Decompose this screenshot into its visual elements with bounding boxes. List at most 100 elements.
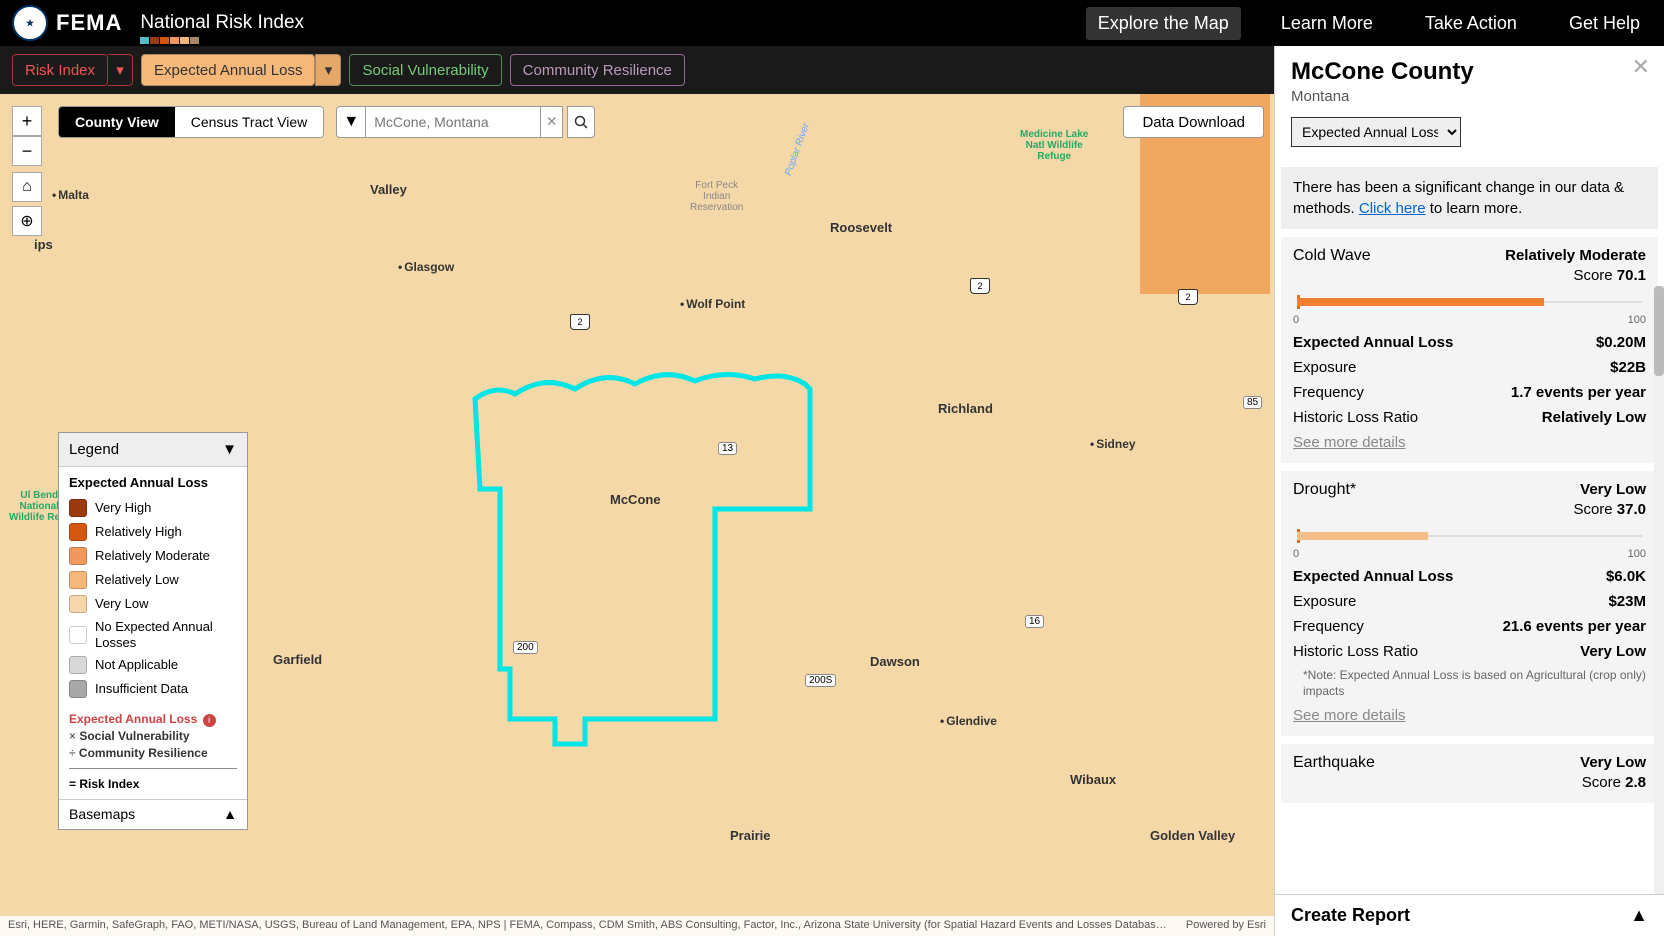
legend-swatch (69, 656, 87, 674)
panel-state-name: Montana (1291, 88, 1648, 105)
zoom-out-button[interactable]: − (12, 136, 42, 166)
layer-risk-index[interactable]: Risk Index (12, 54, 108, 86)
data-download-button[interactable]: Data Download (1123, 106, 1264, 138)
kv-exposure: Exposure$23M (1293, 593, 1646, 610)
layer-expected-annual-loss[interactable]: Expected Annual Loss (141, 54, 315, 86)
legend-formula: Expected Annual Loss i × Social Vulnerab… (69, 711, 237, 768)
legend-item: Very High (69, 496, 237, 520)
county-view-tab[interactable]: County View (59, 107, 175, 137)
panel-county-name: McCone County (1291, 58, 1648, 86)
zoom-in-button[interactable]: + (12, 106, 42, 136)
label-county-roosevelt: Roosevelt (830, 220, 892, 235)
legend-swatch (69, 571, 87, 589)
locate-button[interactable]: ⊕ (12, 206, 42, 236)
kv-hlr: Historic Loss RatioRelatively Low (1293, 409, 1646, 426)
label-county-mccone: McCone (610, 492, 661, 507)
basemaps-label: Basemaps (69, 806, 135, 822)
legend-item: Relatively Moderate (69, 544, 237, 568)
census-tract-view-tab[interactable]: Census Tract View (175, 107, 323, 137)
label-reservation: Fort Peck Indian Reservation (690, 180, 743, 213)
route-200s: 200S (805, 674, 836, 687)
nav-take-action[interactable]: Take Action (1413, 7, 1529, 40)
hazard-rating: Very Low (1580, 481, 1646, 498)
nav-explore-map[interactable]: Explore the Map (1086, 7, 1241, 40)
see-more-details-link[interactable]: See more details (1293, 434, 1406, 451)
legend-item: Very Low (69, 592, 237, 616)
attribution-sources: Esri, HERE, Garmin, SafeGraph, FAO, METI… (8, 919, 1167, 933)
route-shield-2: 2 (970, 278, 990, 294)
legend-item-label: Very High (95, 500, 151, 516)
legend-item: Not Applicable (69, 653, 237, 677)
basemaps-toggle[interactable]: Basemaps ▲ (59, 799, 247, 829)
legend-item-label: Relatively Low (95, 572, 179, 588)
route-shield-2: 2 (570, 314, 590, 330)
route-200: 200 (513, 641, 538, 654)
legend-item-label: Very Low (95, 596, 148, 612)
hazard-name: Cold Wave (1293, 247, 1371, 265)
label-city-glendive: Glendive (940, 714, 997, 728)
score-bar (1293, 528, 1646, 546)
info-icon[interactable]: i (203, 714, 216, 727)
layer-risk-index-dropdown[interactable]: ▾ (108, 54, 133, 86)
label-county-richland: Richland (938, 401, 993, 416)
score-bar (1293, 294, 1646, 312)
label-city-glasgow: Glasgow (398, 260, 454, 274)
color-strip (140, 37, 199, 44)
data-change-banner: There has been a significant change in o… (1281, 167, 1658, 229)
legend-item-label: Not Applicable (95, 657, 178, 673)
create-report-label: Create Report (1291, 905, 1410, 926)
layer-social-vulnerability[interactable]: Social Vulnerability (349, 54, 501, 86)
hazard-name: Earthquake (1293, 754, 1375, 772)
kv-hlr: Historic Loss RatioVery Low (1293, 643, 1646, 660)
legend-item-label: Relatively High (95, 524, 182, 540)
bar-scale: 0100 (1293, 548, 1646, 560)
close-panel-button[interactable]: ✕ (1632, 54, 1650, 80)
label-city-malta: Malta (52, 188, 89, 202)
fema-wordmark: FEMA (56, 10, 122, 36)
search-scope-dropdown[interactable]: ▼ (336, 106, 366, 138)
search-input[interactable] (366, 106, 541, 138)
banner-link[interactable]: Click here (1359, 200, 1426, 217)
kv-frequency: Frequency1.7 events per year (1293, 384, 1646, 401)
label-river-poplar: Poplar River (783, 122, 812, 177)
chevron-up-icon: ▲ (223, 806, 237, 822)
fema-seal: ★ (12, 5, 48, 41)
bar-scale: 0100 (1293, 314, 1646, 326)
see-more-details-link[interactable]: See more details (1293, 707, 1406, 724)
label-county-dawson: Dawson (870, 654, 920, 669)
formula-cr: Community Resilience (79, 746, 208, 760)
hazard-card: Cold WaveRelatively ModerateScore 70.101… (1281, 237, 1658, 463)
search-submit-button[interactable] (567, 106, 595, 138)
layer-community-resilience[interactable]: Community Resilience (510, 54, 685, 86)
legend-risk-link: = Risk Index (69, 777, 237, 791)
layer-eal-dropdown[interactable]: ▾ (315, 54, 341, 86)
legend-item-label: Relatively Moderate (95, 548, 210, 564)
detail-panel: ✕ McCone County Montana Expected Annual … (1274, 46, 1664, 936)
legend-swatch (69, 547, 87, 565)
legend-item: Relatively Low (69, 568, 237, 592)
hazard-score: Score 2.8 (1293, 774, 1646, 791)
hazard-rating: Very Low (1580, 754, 1646, 771)
home-extent-button[interactable]: ⌂ (12, 172, 42, 202)
route-13: 13 (718, 442, 737, 455)
nav-learn-more[interactable]: Learn More (1269, 7, 1385, 40)
create-report-button[interactable]: Create Report ▲ (1275, 894, 1664, 936)
nav-get-help[interactable]: Get Help (1557, 7, 1652, 40)
hazard-card: Earthquake Very Low Score 2.8 (1281, 744, 1658, 803)
hazard-name: Drought* (1293, 481, 1356, 499)
label-county-wibaux: Wibaux (1070, 772, 1116, 787)
legend-swatch (69, 680, 87, 698)
view-toggle: County View Census Tract View (58, 106, 324, 138)
hazard-note: *Note: Expected Annual Loss is based on … (1293, 668, 1646, 699)
scrollbar-track[interactable] (1654, 286, 1664, 894)
label-refuge-medlake: Medicine Lake Natl Wildlife Refuge (1020, 129, 1088, 162)
kv-exposure: Exposure$22B (1293, 359, 1646, 376)
scrollbar-thumb[interactable] (1654, 286, 1664, 376)
hazard-rating: Relatively Moderate (1505, 247, 1646, 264)
search-clear-button[interactable]: ✕ (541, 106, 563, 138)
metric-select[interactable]: Expected Annual Loss (1291, 117, 1461, 147)
route-16: 16 (1025, 615, 1044, 628)
legend-toggle[interactable]: Legend ▼ (59, 433, 247, 467)
legend-swatch (69, 595, 87, 613)
formula-sv: Social Vulnerability (79, 729, 189, 743)
